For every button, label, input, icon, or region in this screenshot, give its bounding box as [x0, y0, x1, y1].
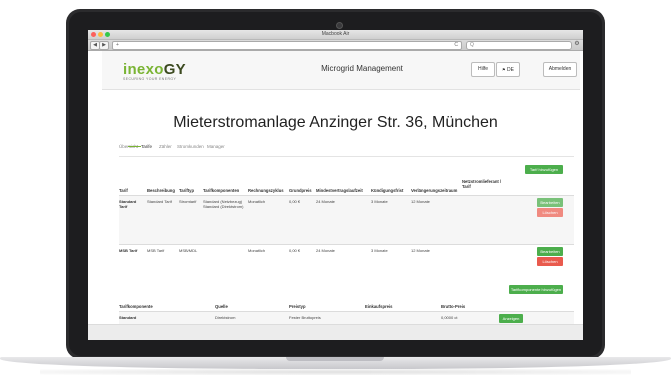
tariff-min-term: 24 Monate	[316, 199, 335, 204]
tariff-cycle: Monatlich	[248, 199, 266, 204]
tariff-extension: 12 Monate	[411, 248, 430, 253]
app-header: inexoGY SECURING YOUR ENERGY Microgrid M…	[102, 51, 580, 90]
tariff-description: Standard Tarif	[147, 199, 172, 204]
column-header: Tarifkomponente	[119, 304, 153, 309]
tariff-extension: 12 Monate	[411, 199, 430, 204]
active-tab-indicator	[128, 146, 141, 147]
tab-manager[interactable]: Manager	[207, 144, 225, 149]
tariff-notice: 3 Monate	[371, 199, 388, 204]
delete-tariff-button[interactable]: Löschen	[537, 208, 563, 217]
tariff-type: MSB/MDL	[179, 248, 198, 253]
app-title: Microgrid Management	[321, 64, 403, 73]
column-header: Beschreibung	[147, 188, 175, 193]
tariff-type: Stromtarif	[179, 199, 197, 204]
tariff-components: Standard (Netzbezug) Standard (Direktstr…	[203, 199, 244, 209]
column-header: Mindestvertragslaufzeit	[316, 188, 363, 193]
language-label: DE	[507, 67, 514, 73]
column-header: Quelle	[215, 304, 228, 309]
tariff-name: MSB Tarif	[119, 248, 138, 253]
column-header: Einkaufspreis	[365, 304, 393, 309]
logout-button[interactable]: Abmelden	[543, 62, 577, 77]
browser-titlebar: Macbook Air	[88, 30, 583, 40]
help-button[interactable]: Hilfe	[471, 62, 495, 77]
component-name: Standard	[119, 315, 137, 320]
column-header: Preistyp	[289, 304, 306, 309]
logo-text-main: inexo	[123, 61, 164, 78]
edit-tariff-button[interactable]: Bearbeiten	[537, 247, 563, 256]
tariff-description: MSB Tarif	[147, 248, 165, 253]
reload-icon[interactable]: C	[454, 42, 458, 49]
page-title: Mieterstromanlage Anzinger Str. 36, Münc…	[173, 114, 498, 131]
column-header: Brutto-Preis	[441, 304, 466, 309]
delete-tariff-button[interactable]: Löschen	[537, 257, 563, 266]
tariff-cycle: Monatlich	[248, 248, 266, 253]
tab-customers[interactable]: Stromkunden	[177, 144, 204, 149]
component-gross-price: 0,0000 ct	[441, 315, 458, 320]
camera	[336, 22, 343, 29]
url-bar[interactable]: + C	[112, 41, 462, 50]
column-header: Tarif	[119, 188, 128, 193]
language-button[interactable]: ⚑ DE	[496, 62, 520, 77]
laptop-notch	[286, 357, 384, 361]
column-header: Kündigungsfrist	[371, 188, 404, 193]
gear-icon[interactable]: ⚙	[573, 41, 581, 48]
column-header: Grundpreis	[289, 188, 312, 193]
component-price-type: Fester Bruttopreis	[289, 315, 321, 320]
add-tariff-button[interactable]: Tarif hinzufügen	[525, 165, 563, 174]
tariff-base-price: 0,00 €	[289, 248, 301, 253]
column-header: Verlängerungszeitraum	[411, 188, 458, 193]
tab-tariffs[interactable]: Tarife	[141, 144, 152, 149]
search-input[interactable]: Q	[466, 41, 572, 50]
add-component-button[interactable]: Tarifkomponente hinzufügen	[509, 285, 563, 294]
forward-button[interactable]: ▶	[99, 41, 109, 50]
column-header: Netzstromlieferant / Tarif	[462, 179, 502, 189]
tab-meters[interactable]: Zähler	[159, 144, 172, 149]
column-header: Tariftyp	[179, 188, 195, 193]
laptop-shadow	[40, 369, 631, 375]
page-footer-area	[88, 324, 583, 340]
tariff-min-term: 24 Monate	[316, 248, 335, 253]
content-panel: Übersicht Tarife Zähler Stromkunden Mana…	[107, 136, 575, 336]
component-source: Direktstrom	[215, 315, 236, 320]
plus-icon[interactable]: +	[116, 42, 119, 49]
tariff-name: Standard Tarif	[119, 199, 137, 209]
table-row-rule	[119, 244, 574, 245]
logo[interactable]: inexoGY	[123, 62, 186, 77]
tariff-notice: 3 Monate	[371, 248, 388, 253]
logo-text-accent: GY	[163, 61, 186, 78]
column-header: Rechnungszyklus	[248, 188, 284, 193]
window-title: Macbook Air	[321, 31, 350, 37]
logo-tagline: SECURING YOUR ENERGY	[123, 77, 177, 81]
search-icon: Q	[470, 42, 474, 48]
show-component-button[interactable]: Anzeigen	[499, 314, 523, 323]
column-header: Tarifkomponenten	[203, 188, 240, 193]
browser-toolbar: ◀ ▶ + C Q ⚙	[88, 40, 583, 51]
edit-tariff-button[interactable]: Bearbeiten	[537, 198, 563, 207]
tab-divider	[119, 156, 574, 157]
screen: Macbook Air ◀ ▶ + C Q ⚙ inexoGY SECURING…	[88, 30, 583, 340]
flag-icon: ⚑	[502, 67, 506, 72]
tariff-base-price: 0,00 €	[289, 199, 301, 204]
